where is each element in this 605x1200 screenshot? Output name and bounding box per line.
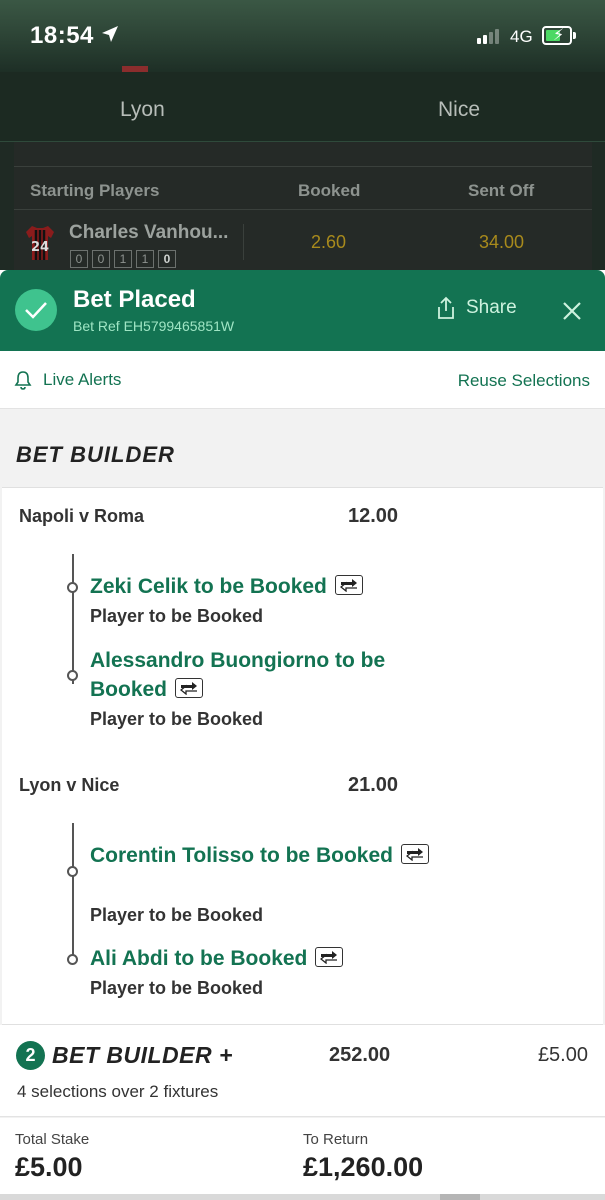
bet-summary: 2 BET BUILDER + 252.00 £5.00 4 selection… [0,1025,605,1117]
column-header-booked: Booked [298,181,361,200]
share-icon [438,296,454,319]
bottom-edge [0,1194,605,1200]
stat-value: 0 [70,250,88,268]
timeline-dot [67,582,78,593]
bet-actions-row: Live Alerts Reuse Selections [0,351,605,409]
selection-market: Player to be Booked [90,709,264,729]
selection-title: Ali Abdi to be Booked [90,944,430,973]
reuse-selections-link[interactable]: Reuse Selections [458,371,590,391]
selection-market: Player to be Booked [90,905,264,925]
bet-builder-heading: BET BUILDER [16,442,175,467]
player-stats: 0 0 1 1 0 [70,250,176,268]
shirt-icon: 24 [26,226,54,260]
total-stake-value: £5.00 [15,1152,83,1182]
selection-title: Corentin Tolisso to be Booked [90,841,430,870]
selection-timeline [72,554,74,684]
fixture-odds: 12.00 [348,505,399,527]
timeline-dot [67,866,78,877]
selection-market: Player to be Booked [90,978,264,998]
booked-odds-button[interactable]: 2.60 [311,232,346,253]
status-time: 18:54 [30,22,94,49]
column-header-sent-off: Sent Off [468,181,535,200]
location-arrow-icon [100,24,120,50]
player-name: Charles Vanhou... [69,222,229,243]
selection-title: Alessandro Buongiorno to be Booked [90,649,386,701]
to-return-value: £1,260.00 [303,1152,424,1182]
fixture-name: Lyon v Nice [19,775,120,795]
bet-stake: £5.00 [537,1044,588,1066]
bet-reference: Bet Ref EH5799465851W [73,318,235,334]
signal-icon [477,29,499,44]
bet-type-label: BET BUILDER + [52,1042,233,1068]
timeline-dot [67,954,78,965]
selections-description: 4 selections over 2 fixtures [17,1082,219,1101]
to-return-label: To Return [303,1131,369,1148]
tab-away-team[interactable]: Nice [438,98,480,122]
selection-timeline [72,823,74,963]
check-icon [15,289,57,331]
live-alerts-button[interactable]: Live Alerts [14,370,121,390]
shirt-number: 24 [31,240,49,255]
column-header-players: Starting Players [30,181,160,200]
bet-builder-card: Napoli v Roma 12.00 Zeki Celik to be Boo… [2,487,603,1025]
players-market-panel: Starting Players Booked Sent Off 24 Char… [14,142,592,270]
tab-home-team[interactable]: Lyon [120,98,165,122]
share-label: Share [466,297,517,318]
battery-icon: ⚡ [542,26,576,45]
total-stake-label: Total Stake [15,1131,90,1148]
stat-value: 0 [92,250,110,268]
timeline-dot [67,670,78,681]
close-icon[interactable] [560,299,584,323]
players-table-header: Starting Players Booked Sent Off [14,166,592,210]
stat-value: 1 [136,250,154,268]
sent-off-odds-button[interactable]: 34.00 [479,232,524,253]
player-row: 24 Charles Vanhou... 0 0 1 1 0 2.60 34.0… [14,212,592,270]
swap-icon[interactable] [400,844,429,865]
stat-value: 0 [158,250,176,268]
network-type: 4G [510,27,533,46]
team-tabs: Lyon Nice [0,66,605,142]
bet-placed-banner: Bet Placed Bet Ref EH5799465851W Share [0,270,605,351]
selection-title: Zeki Celik to be Booked [90,572,430,601]
swap-icon[interactable] [315,947,344,968]
fixture-odds: 21.00 [348,774,399,796]
live-alerts-label: Live Alerts [43,370,122,389]
fixture-name: Napoli v Roma [19,506,145,526]
divider [243,224,244,260]
stat-value: 1 [114,250,132,268]
swap-icon[interactable] [334,575,363,596]
totals-bar: Total Stake £5.00 To Return £1,260.00 [0,1118,605,1200]
swap-icon[interactable] [175,678,204,699]
status-bar: 18:54 4G ⚡ [0,0,605,72]
bell-icon [14,371,32,390]
bet-placed-title: Bet Placed [73,286,196,313]
total-odds: 252.00 [329,1044,391,1066]
fixture-count-badge: 2 [16,1041,45,1070]
share-button[interactable]: Share [436,296,517,320]
selection-market: Player to be Booked [90,606,264,626]
